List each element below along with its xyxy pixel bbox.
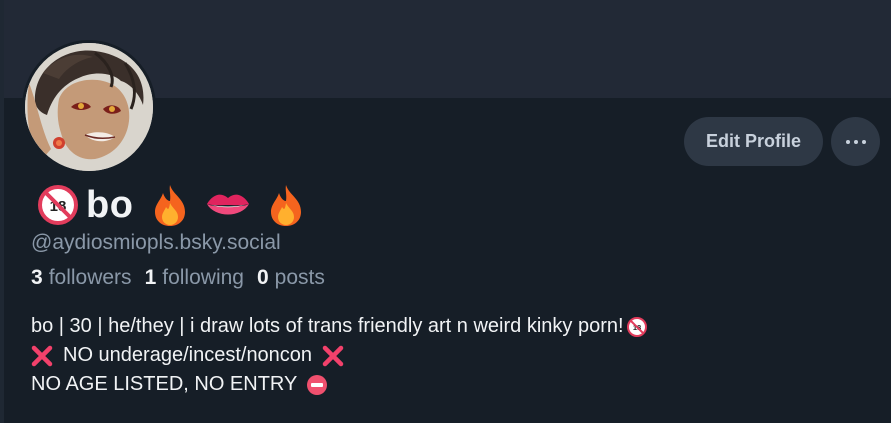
profile-stats: 3 followers 1 following 0 posts [31, 266, 338, 290]
profile-handle: @aydiosmiopls.bsky.social [31, 231, 281, 254]
followers-label: followers [48, 266, 132, 289]
avatar[interactable] [22, 40, 156, 174]
more-options-button[interactable] [831, 117, 880, 166]
display-name-row: 18 bo [38, 181, 305, 229]
cross-mark-icon [322, 345, 344, 367]
no-under-18-icon: 18 [626, 316, 647, 337]
no-entry-icon [306, 374, 328, 396]
more-options-icon [844, 139, 868, 144]
cross-mark-icon [31, 345, 53, 367]
posts-label: posts [274, 266, 325, 289]
fire-icon [151, 183, 189, 227]
fire-icon [267, 183, 305, 227]
profile-bio: bo | 30 | he/they | i draw lots of trans… [31, 312, 651, 399]
lips-icon [205, 190, 251, 220]
edit-profile-button[interactable]: Edit Profile [684, 117, 823, 166]
bio-line-3: NO AGE LISTED, NO ENTRY [31, 370, 651, 399]
bio-line-2: NO underage/incest/noncon [31, 341, 651, 370]
following-label: following [162, 266, 244, 289]
display-name: bo [86, 183, 134, 226]
following-stat[interactable]: 1 following [145, 266, 244, 290]
bio-text-3: NO AGE LISTED, NO ENTRY [31, 373, 298, 395]
following-count: 1 [144, 266, 157, 289]
no-under-18-icon: 18 [38, 185, 78, 225]
posts-stat: 0 posts [257, 266, 325, 290]
bio-line-1: bo | 30 | he/they | i draw lots of trans… [31, 312, 651, 341]
profile-page: Edit Profile 18 bo [0, 0, 891, 423]
followers-count: 3 [31, 266, 43, 289]
bio-text-2: NO underage/incest/noncon [63, 344, 313, 366]
posts-count: 0 [256, 266, 269, 289]
followers-stat[interactable]: 3 followers [31, 266, 132, 290]
avatar-illustration [25, 43, 153, 171]
bio-text-1: bo | 30 | he/they | i draw lots of trans… [31, 315, 624, 337]
